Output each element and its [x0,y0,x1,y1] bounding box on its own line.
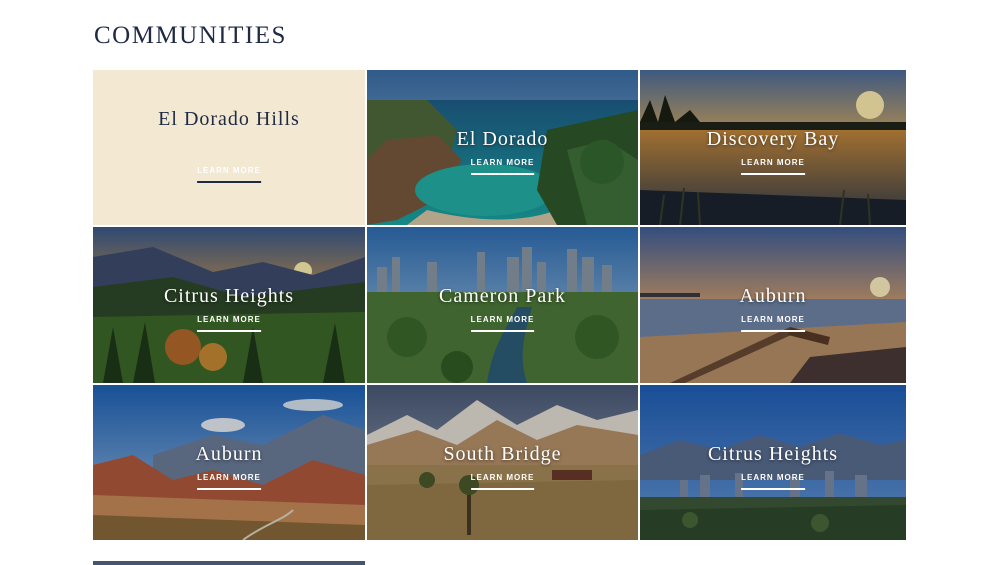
learn-more-link[interactable]: LEARN MORE [741,473,805,490]
tile-title: Citrus Heights [163,285,295,307]
section-title: COMMUNITIES [94,22,287,49]
learn-more-link[interactable]: LEARN MORE [470,315,535,332]
communities-section: COMMUNITIES El Dorado Hills LEARN MORE E… [0,0,1000,565]
tile-title: Discovery Bay [706,128,840,150]
tile-content: Cameron Park LEARN MORE [367,227,638,383]
tile-content: Auburn LEARN MORE [640,227,906,383]
tile-title: Cameron Park [439,285,566,307]
learn-more-link[interactable]: LEARN MORE [197,315,261,332]
community-tile-el-dorado-hills[interactable]: El Dorado Hills LEARN MORE [93,70,365,225]
tile-content: Citrus Heights LEARN MORE [640,385,906,540]
tile-title: El Dorado Hills [158,108,300,130]
learn-more-link[interactable]: LEARN MORE [741,158,805,175]
tile-content: South Bridge LEARN MORE [367,385,638,540]
tile-title: Citrus Heights [707,443,839,465]
community-tile-citrus-heights-city[interactable]: Citrus Heights LEARN MORE [640,385,906,540]
tile-title: Auburn [195,443,263,465]
tile-content: Auburn LEARN MORE [93,385,365,540]
communities-grid: El Dorado Hills LEARN MORE El Dorado LEA… [93,70,906,540]
community-tile-south-bridge[interactable]: South Bridge LEARN MORE [367,385,638,540]
community-tile-discovery-bay[interactable]: Discovery Bay LEARN MORE [640,70,906,225]
community-tile-citrus-heights[interactable]: Citrus Heights LEARN MORE [93,227,365,383]
community-tile-el-dorado[interactable]: El Dorado LEARN MORE [367,70,638,225]
tile-title: South Bridge [443,443,562,465]
tile-title: El Dorado [456,128,549,150]
community-tile-auburn-beach[interactable]: Auburn LEARN MORE [640,227,906,383]
learn-more-link[interactable]: LEARN MORE [197,473,261,490]
next-row-tile-edge [93,561,365,565]
community-tile-auburn-canyon[interactable]: Auburn LEARN MORE [93,385,365,540]
tile-content: El Dorado LEARN MORE [367,70,638,225]
learn-more-link[interactable]: LEARN MORE [197,166,261,183]
learn-more-link[interactable]: LEARN MORE [470,158,535,175]
tile-title: Auburn [739,285,807,307]
community-tile-cameron-park[interactable]: Cameron Park LEARN MORE [367,227,638,383]
tile-content: Citrus Heights LEARN MORE [93,227,365,383]
tile-content: El Dorado Hills LEARN MORE [93,70,365,225]
tile-content: Discovery Bay LEARN MORE [640,70,906,225]
learn-more-link[interactable]: LEARN MORE [741,315,805,332]
learn-more-link[interactable]: LEARN MORE [470,473,535,490]
